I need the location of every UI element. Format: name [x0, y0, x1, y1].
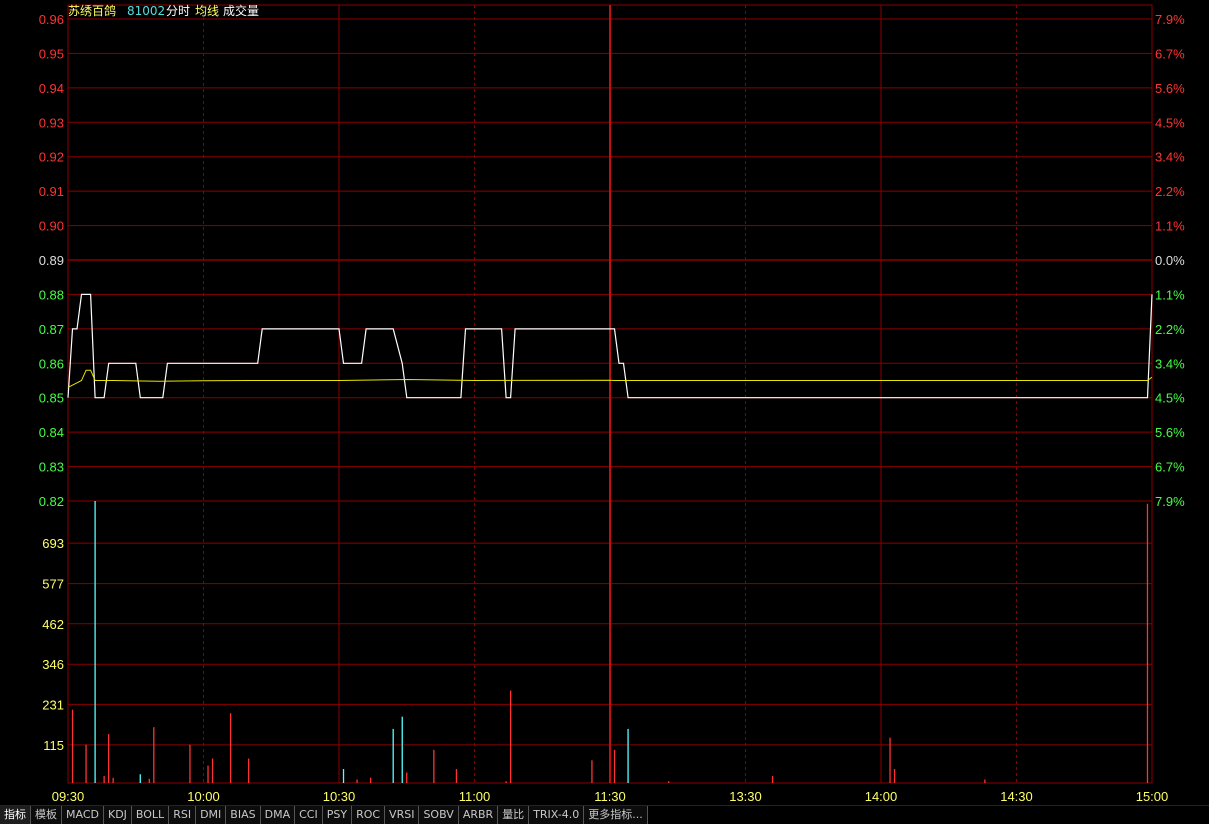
price-tick-label: 0.87: [39, 322, 64, 337]
time-label: 10:00: [187, 789, 220, 804]
indicator-tab[interactable]: ARBR: [458, 806, 499, 824]
time-label: 15:00: [1136, 789, 1169, 804]
price-tick-label: 0.95: [39, 46, 64, 61]
pct-tick-label: 7.9%: [1155, 12, 1185, 27]
price-tick-label: 0.85: [39, 391, 64, 406]
pct-tick-label: 5.6%: [1155, 81, 1185, 96]
indicator-tab[interactable]: 模板: [31, 806, 62, 824]
indicator-tab[interactable]: TRIX-4.0: [529, 806, 585, 824]
pct-tick-label: 3.4%: [1155, 150, 1185, 165]
indicator-tab[interactable]: RSI: [169, 806, 197, 824]
pct-tick-label: 0.0%: [1155, 253, 1185, 268]
time-label: 10:30: [323, 789, 356, 804]
indicator-tab[interactable]: DMA: [260, 806, 296, 824]
pct-tick-label: 1.1%: [1155, 219, 1185, 234]
axis-labels: 0.96 7.9% 0.95 6.7% 0.94 5.6% 0.93 4.5% 0.92 3.4%…: [39, 12, 1185, 804]
pct-tick-label: 4.5%: [1155, 115, 1185, 130]
pct-tick-label: 6.7%: [1155, 460, 1185, 475]
indicator-tab[interactable]: 更多指标...: [584, 806, 648, 824]
indicator-tab[interactable]: 量比: [498, 806, 530, 824]
indicator-tab[interactable]: BIAS: [226, 806, 261, 824]
indicator-tab[interactable]: ROC: [352, 806, 386, 824]
indicator-tab[interactable]: PSY: [322, 806, 353, 824]
pct-tick-label: 2.2%: [1155, 184, 1185, 199]
mode-label: 分时: [166, 4, 190, 18]
price-tick-label: 0.93: [39, 115, 64, 130]
price-tick-label: 0.84: [39, 425, 64, 440]
price-tick-label: 0.96: [39, 12, 64, 27]
price-tick-label: 0.83: [39, 460, 64, 475]
pct-tick-label: 1.1%: [1155, 287, 1185, 302]
pct-tick-label: 7.9%: [1155, 494, 1185, 509]
volume-tick-label: 462: [42, 617, 64, 632]
indicator-tab[interactable]: MACD: [62, 806, 104, 824]
price-tick-label: 0.94: [39, 81, 64, 96]
indicator-tab[interactable]: CCI: [295, 806, 323, 824]
volume-tick-label: 346: [42, 657, 64, 672]
time-label: 11:30: [594, 789, 626, 804]
time-label: 11:00: [459, 789, 491, 804]
price-tick-label: 0.90: [39, 219, 64, 234]
indicator-tab[interactable]: SOBV: [419, 806, 459, 824]
vol-label: 成交量: [223, 3, 259, 18]
time-label: 14:30: [1000, 789, 1033, 804]
price-tick-label: 0.91: [39, 184, 64, 199]
avg-label: 均线: [195, 4, 219, 18]
volume-tick-label: 577: [42, 577, 64, 592]
volume-tick-label: 115: [43, 738, 64, 753]
stock-name: 苏绣百鸽: [68, 3, 116, 18]
pct-tick-label: 4.5%: [1155, 391, 1185, 406]
price-tick-label: 0.89: [39, 253, 64, 268]
intraday-chart[interactable]: 0.96 7.9% 0.95 6.7% 0.94 5.6% 0.93 4.5% 0.92 3.4%…: [0, 0, 1209, 805]
time-label: 13:30: [729, 789, 762, 804]
pct-tick-label: 2.2%: [1155, 322, 1185, 337]
volume-tick-label: 231: [42, 697, 64, 712]
time-label: 09:30: [52, 789, 85, 804]
time-label: 14:00: [865, 789, 898, 804]
volume-tick-label: 693: [42, 536, 64, 551]
price-tick-label: 0.86: [39, 356, 64, 371]
indicator-tab[interactable]: BOLL: [131, 806, 170, 824]
price-tick-label: 0.82: [39, 494, 64, 509]
chart-grid: [67, 4, 1153, 784]
indicator-tab[interactable]: VRSI: [385, 806, 420, 824]
indicator-tab[interactable]: KDJ: [103, 806, 132, 824]
pct-tick-label: 6.7%: [1155, 46, 1185, 61]
pct-tick-label: 3.4%: [1155, 356, 1185, 371]
indicator-tab[interactable]: DMI: [196, 806, 227, 824]
indicator-tab[interactable]: 指标: [0, 806, 31, 824]
indicator-tab-bar: 指标 模板 MACD KDJ BOLL RSI DMI BIAS DMA CCI PSY ROC VRS…: [0, 805, 1209, 824]
pct-tick-label: 5.6%: [1155, 425, 1185, 440]
stock-code: 81002: [127, 4, 165, 18]
price-tick-label: 0.92: [39, 150, 64, 165]
chart-header: 苏绣百鸽 81002 分时 均线 成交量: [68, 3, 259, 18]
price-tick-label: 0.88: [39, 287, 64, 302]
